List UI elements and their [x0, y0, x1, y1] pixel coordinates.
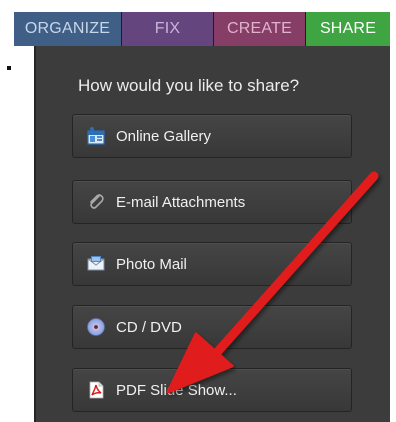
share-panel: How would you like to share? Online Gall… — [34, 46, 390, 422]
online-gallery-label: Online Gallery — [116, 127, 212, 145]
disc-icon — [86, 317, 106, 337]
tab-fix[interactable]: FIX — [122, 12, 214, 46]
paperclip-icon — [86, 192, 106, 212]
tab-create[interactable]: CREATE — [214, 12, 306, 46]
email-attachments-button[interactable]: E-mail Attachments — [72, 180, 352, 224]
photo-mail-button[interactable]: Photo Mail — [72, 242, 352, 286]
photo-mail-label: Photo Mail — [116, 255, 187, 273]
share-prompt: How would you like to share? — [78, 76, 300, 95]
gallery-icon — [86, 126, 106, 146]
tab-share[interactable]: SHARE — [306, 12, 390, 46]
online-gallery-button[interactable]: Online Gallery — [72, 114, 352, 158]
tab-organize[interactable]: ORGANIZE — [14, 12, 122, 46]
email-attachments-label: E-mail Attachments — [116, 193, 246, 211]
envelope-icon — [86, 254, 106, 274]
pdf-slide-show-label: PDF Slide Show... — [116, 381, 237, 399]
cd-dvd-label: CD / DVD — [116, 318, 182, 336]
cd-dvd-button[interactable]: CD / DVD — [72, 305, 352, 349]
screenshot-stage: ORGANIZE FIX CREATE SHARE How would you … — [0, 0, 396, 422]
pdf-icon — [86, 380, 106, 400]
pdf-slide-show-button[interactable]: PDF Slide Show... — [72, 368, 352, 412]
cursor-marker — [7, 66, 11, 70]
mode-tab-bar: ORGANIZE FIX CREATE SHARE — [14, 12, 390, 46]
